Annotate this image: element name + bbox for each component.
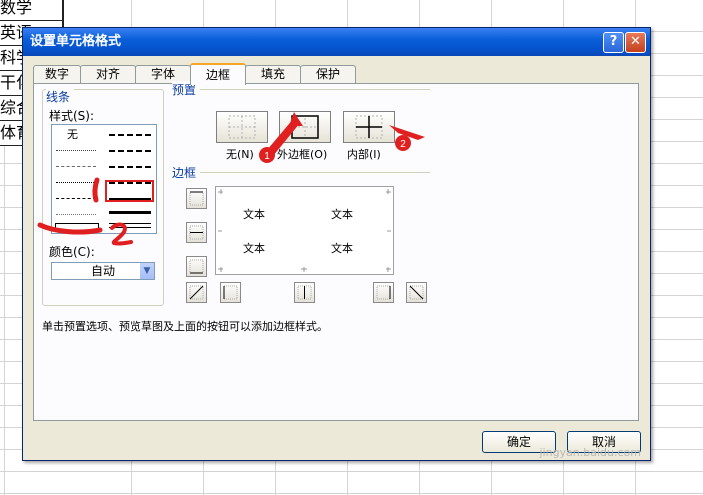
watermark: jingyan.baidu.com (539, 446, 641, 459)
tab-border[interactable]: 边框 (190, 63, 246, 85)
handwritten-mark-1 (92, 177, 100, 203)
handwritten-mark-2 (110, 222, 133, 246)
annotation-overlay: 1 2 (37, 112, 425, 246)
highlight-box (105, 180, 154, 202)
arrow-1-head (289, 112, 303, 126)
badge-2-label: 2 (400, 139, 406, 150)
handwritten-underline (37, 222, 103, 235)
badge-1-label: 1 (264, 151, 270, 162)
